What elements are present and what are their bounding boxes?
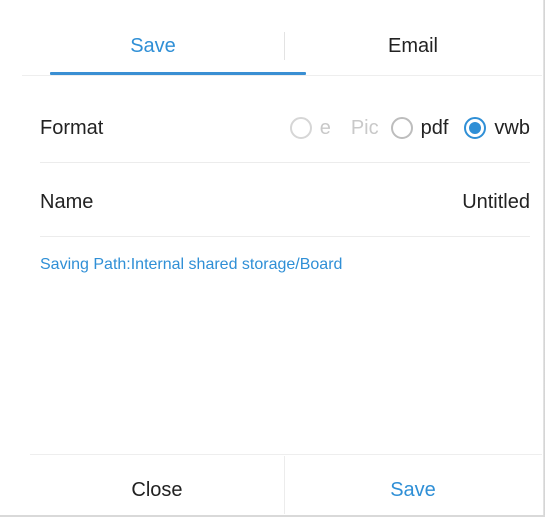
format-row: Format e Pic pdf vwb	[40, 106, 530, 150]
radio-checked-icon[interactable]	[464, 117, 487, 139]
close-button[interactable]: Close	[30, 464, 284, 516]
name-label: Name	[40, 190, 94, 213]
format-option-label: Pic	[350, 116, 379, 139]
footer-divider	[30, 454, 542, 455]
name-row[interactable]: Name Untitled	[40, 180, 530, 224]
format-options: e Pic pdf vwb	[278, 106, 530, 150]
radio-unchecked-icon[interactable]	[390, 117, 413, 139]
format-label: Format	[40, 116, 104, 139]
save-dialog: Save Email Format e Pic pdf vwb Name Unt…	[0, 0, 545, 517]
format-option-label: vwb	[494, 116, 530, 139]
row-divider	[40, 162, 530, 163]
format-option-label: e	[319, 116, 331, 139]
name-value[interactable]: Untitled	[462, 180, 530, 224]
tab-bar: Save Email	[22, 18, 542, 76]
save-button[interactable]: Save	[285, 464, 541, 516]
format-option-label: pdf	[420, 116, 449, 139]
format-option-pic[interactable]: Pic	[351, 117, 379, 140]
format-option-e[interactable]: e	[289, 116, 331, 140]
row-divider	[40, 236, 530, 237]
saving-path-text: Saving Path:Internal shared storage/Boar…	[40, 256, 343, 273]
tab-email[interactable]: Email	[284, 18, 542, 74]
tab-bar-divider	[22, 75, 542, 76]
format-option-vwb[interactable]: vwb	[464, 117, 530, 140]
tab-save[interactable]: Save	[22, 18, 284, 74]
radio-unchecked-icon[interactable]	[289, 117, 312, 139]
format-option-pdf[interactable]: pdf	[390, 116, 449, 140]
